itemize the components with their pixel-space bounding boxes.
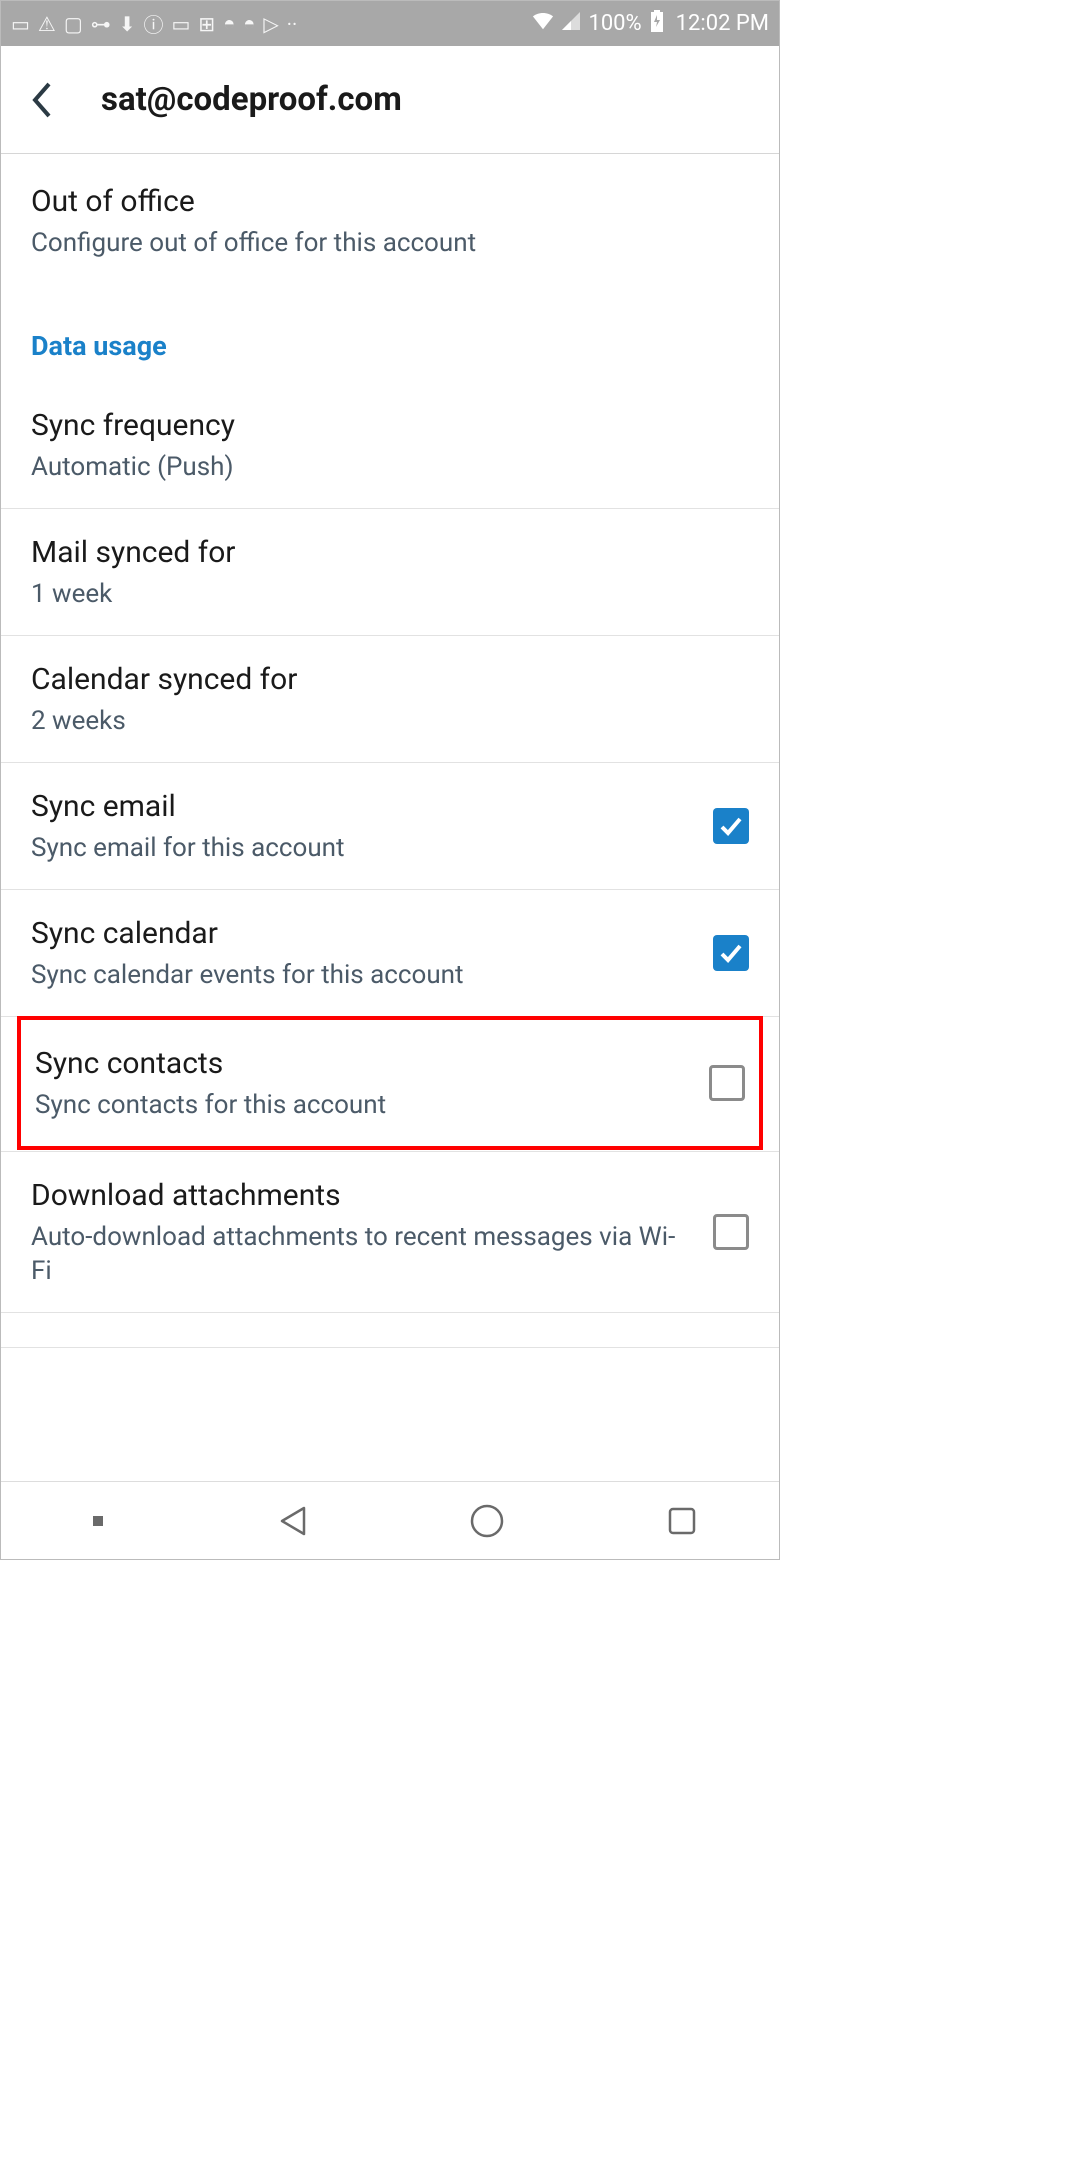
app-header: sat@codeproof.com [1,46,779,154]
row-title: Sync contacts [35,1044,689,1084]
checkbox-sync-email[interactable] [713,808,749,844]
section-header-data-usage: Data usage [1,300,779,382]
battery-icon [650,10,664,38]
row-title: Sync frequency [31,406,749,446]
voicemail-icon: ▭ [172,12,191,36]
calendar-icon: ▭ [11,12,30,36]
highlighted-row-sync-contacts: Sync contacts Sync contacts for this acc… [17,1016,763,1150]
cell-signal-icon [562,11,580,36]
row-sync-email[interactable]: Sync email Sync email for this account [1,763,779,890]
shield-icon-2: ◓ [243,11,255,36]
check-icon [718,940,744,966]
date-icon: ▢ [64,12,83,36]
row-subtitle: 2 weeks [31,704,749,738]
row-subtitle: Sync calendar events for this account [31,958,693,992]
row-subtitle: 1 week [31,577,749,611]
row-out-of-office[interactable]: Out of office Configure out of office fo… [1,154,779,300]
status-bar: ▭ ⚠ ▢ ⊶ ⬇ ⓘ ▭ ⊞ ◓ ◓ ▷ ·· 100% 12:02 PM [1,1,779,46]
checkbox-sync-contacts[interactable] [709,1065,745,1101]
check-icon [718,813,744,839]
status-bar-left-icons: ▭ ⚠ ▢ ⊶ ⬇ ⓘ ▭ ⊞ ◓ ◓ ▷ ·· [11,9,297,38]
checkbox-sync-calendar[interactable] [713,935,749,971]
nav-recent-small[interactable] [76,1499,120,1543]
square-small-icon [93,1516,103,1526]
triangle-back-icon [276,1504,310,1538]
list-footer-strip [1,1312,779,1348]
wifi-icon [532,11,554,36]
more-icon: ·· [287,12,297,36]
row-title: Mail synced for [31,533,749,573]
nav-back-button[interactable] [271,1499,315,1543]
shield-icon: ◓ [223,11,235,36]
play-icon: ▷ [263,12,278,36]
checkbox-download-attachments[interactable] [713,1214,749,1250]
row-calendar-synced[interactable]: Calendar synced for 2 weeks [1,636,779,763]
circle-home-icon [469,1503,505,1539]
debug-icon: ⊞ [198,12,215,36]
nav-overview-button[interactable] [660,1499,704,1543]
row-subtitle: Sync email for this account [31,831,693,865]
row-subtitle: Configure out of office for this account [31,226,749,260]
row-title: Calendar synced for [31,660,749,700]
row-title: Download attachments [31,1176,693,1216]
row-title: Sync calendar [31,914,693,954]
nav-home-button[interactable] [465,1499,509,1543]
warning-icon: ⚠ [38,12,56,36]
back-button[interactable] [21,80,61,120]
system-nav-bar [1,1481,779,1559]
chevron-left-icon [29,80,53,120]
settings-list: Out of office Configure out of office fo… [1,154,779,1348]
row-sync-frequency[interactable]: Sync frequency Automatic (Push) [1,382,779,509]
row-title: Out of office [31,182,749,222]
info-icon: ⓘ [144,9,164,38]
row-subtitle: Automatic (Push) [31,450,749,484]
download-icon: ⬇ [119,12,136,36]
row-mail-synced[interactable]: Mail synced for 1 week [1,509,779,636]
row-subtitle: Sync contacts for this account [35,1088,689,1122]
row-sync-calendar[interactable]: Sync calendar Sync calendar events for t… [1,890,779,1017]
square-overview-icon [666,1505,698,1537]
status-bar-right: 100% 12:02 PM [532,10,769,38]
row-title: Sync email [31,787,693,827]
row-sync-contacts[interactable]: Sync contacts Sync contacts for this acc… [21,1020,759,1146]
clock-text: 12:02 PM [676,11,769,36]
page-title: sat@codeproof.com [101,80,402,119]
row-subtitle: Auto-download attachments to recent mess… [31,1220,693,1288]
battery-percent: 100% [588,11,641,36]
usb-icon: ⊶ [91,12,111,36]
row-download-attachments[interactable]: Download attachments Auto-download attac… [1,1151,779,1313]
